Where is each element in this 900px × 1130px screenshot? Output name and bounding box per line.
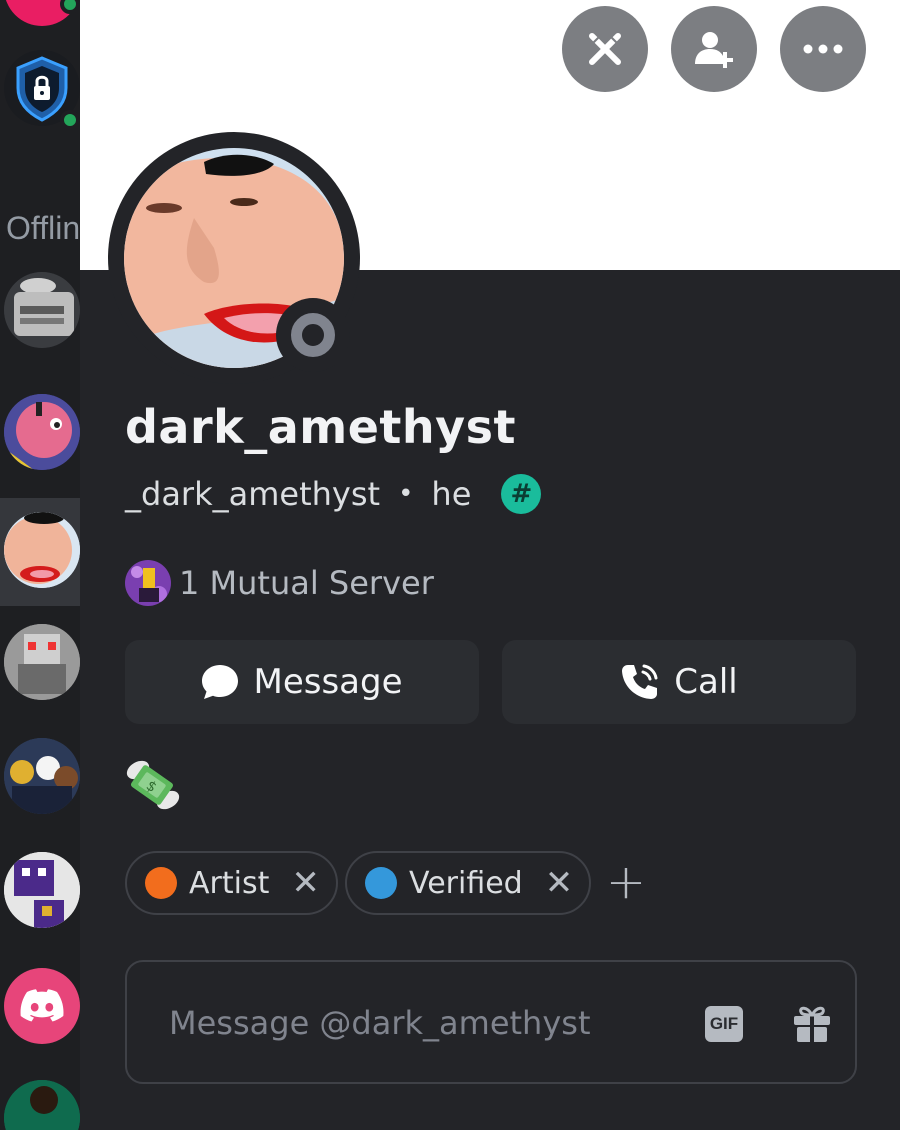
- member-avatar[interactable]: [4, 624, 80, 700]
- more-icon: [803, 44, 843, 54]
- offline-section-label: Offline: [6, 210, 82, 246]
- display-name: dark_amethyst: [125, 400, 517, 454]
- swords-button[interactable]: [562, 6, 648, 92]
- discord-logo-icon: [20, 989, 64, 1022]
- avatar-image: [4, 624, 80, 700]
- offline-status-icon: [291, 313, 335, 357]
- avatar-image: [4, 1080, 80, 1130]
- member-avatar-selected[interactable]: [4, 512, 80, 588]
- member-avatar[interactable]: [4, 394, 80, 470]
- gif-button[interactable]: GIF: [705, 1006, 743, 1042]
- member-avatar[interactable]: [4, 738, 80, 814]
- call-button[interactable]: Call: [502, 640, 856, 724]
- avatar-image: [4, 852, 80, 928]
- more-options-button[interactable]: [780, 6, 866, 92]
- call-button-label: Call: [674, 662, 738, 702]
- role-color-dot: [365, 867, 397, 899]
- avatar-image: [4, 738, 80, 814]
- message-button-label: Message: [253, 662, 403, 702]
- member-avatar[interactable]: [4, 272, 80, 348]
- member-list-sidebar: Offline: [0, 0, 82, 1130]
- role-name: Artist: [189, 865, 270, 901]
- online-status-dot: [60, 0, 80, 14]
- remove-role-icon[interactable]: ✕: [291, 863, 320, 903]
- remove-role-icon[interactable]: ✕: [545, 863, 574, 903]
- separator-dot: •: [398, 479, 414, 509]
- add-friend-icon: [695, 32, 733, 68]
- avatar-image: [4, 512, 80, 588]
- phone-call-icon: [622, 664, 658, 699]
- gift-icon[interactable]: [791, 1002, 833, 1044]
- online-status-dot: [60, 110, 80, 130]
- username-row: _dark_amethyst • he #: [125, 474, 542, 514]
- avatar-image: [4, 394, 80, 470]
- role-color-dot: [145, 867, 177, 899]
- mutual-server-icon: [125, 560, 171, 606]
- mutual-servers-link[interactable]: 1 Mutual Server: [125, 560, 434, 606]
- money-with-wings-icon: $: [124, 758, 180, 812]
- swords-icon: [589, 33, 621, 65]
- message-button[interactable]: Message: [125, 640, 479, 724]
- member-avatar[interactable]: [4, 968, 80, 1044]
- username: _dark_amethyst: [125, 475, 381, 513]
- offline-status-indicator: [276, 298, 350, 372]
- role-name: Verified: [409, 865, 523, 901]
- add-friend-button[interactable]: [671, 6, 757, 92]
- member-avatar[interactable]: [4, 852, 80, 928]
- hashtag-badge-icon[interactable]: #: [501, 474, 542, 514]
- pronouns: he: [431, 475, 472, 513]
- mutual-servers-label: 1 Mutual Server: [179, 564, 434, 602]
- message-input[interactable]: [169, 998, 689, 1048]
- member-avatar[interactable]: [4, 1080, 80, 1130]
- direct-message-composer: GIF: [125, 960, 857, 1084]
- role-pill-verified: Verified ✕: [345, 851, 592, 915]
- chat-bubble-icon: [202, 665, 239, 699]
- user-profile-panel: dark_amethyst _dark_amethyst • he # 1 Mu…: [80, 0, 900, 1130]
- role-pill-artist: Artist ✕: [125, 851, 338, 915]
- avatar-image: [4, 272, 80, 348]
- add-role-icon[interactable]: +: [602, 854, 650, 910]
